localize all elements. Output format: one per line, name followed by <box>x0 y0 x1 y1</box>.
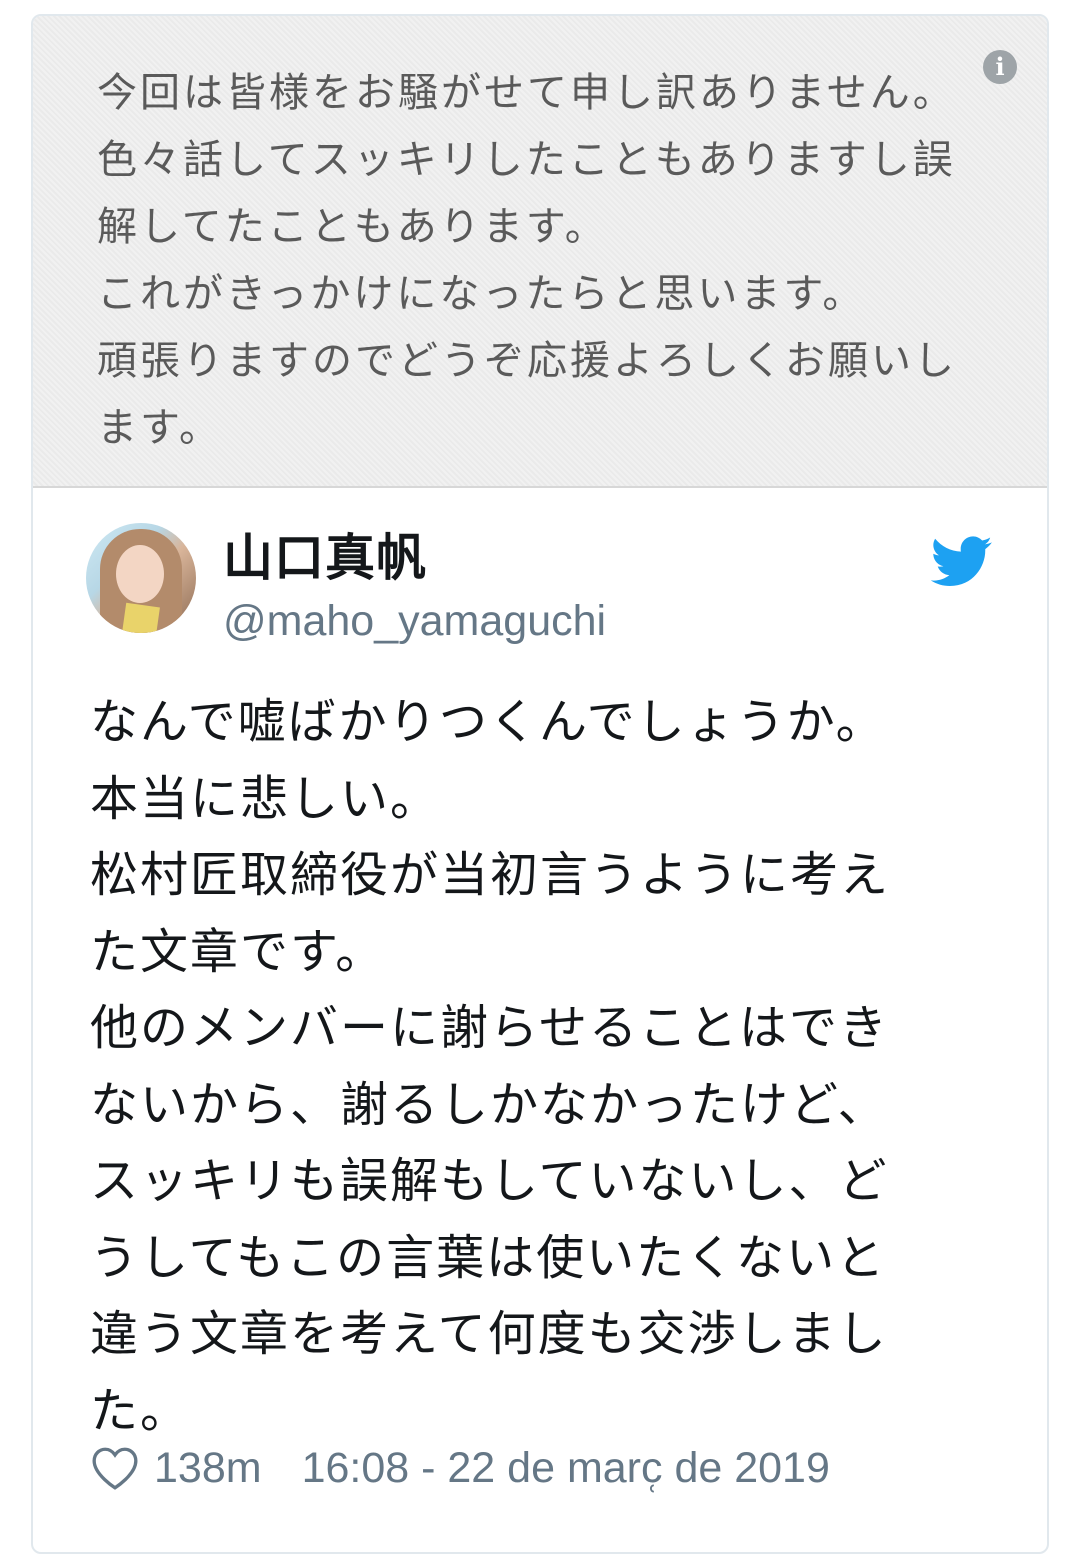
tweet-line: 違う文章を考えて何度も交渉しまし <box>90 1306 888 1362</box>
avatar[interactable] <box>86 523 196 633</box>
quoted-line: 解してたこともあります。 <box>97 204 608 250</box>
like-count[interactable]: 138m <box>154 1444 262 1493</box>
tweet-line: ないから、謝るしかなかったけど、 <box>90 1076 888 1133</box>
tweet-line: た文章です。 <box>90 923 386 980</box>
quoted-line: ます。 <box>97 405 222 451</box>
tweet-line: 松村匠取締役が当初言うように考え <box>90 847 891 903</box>
quoted-line: 今回は皆様をお騒がせて申し訳ありません。 <box>97 70 956 116</box>
quoted-text: 今回は皆様をお騒がせて申し訳ありません。 色々話してスッキリしたこともありますし… <box>97 60 987 462</box>
quoted-text-card: 今回は皆様をお騒がせて申し訳ありません。 色々話してスッキリしたこともありますし… <box>33 16 1047 488</box>
quoted-line: 頑張りますのでどうぞ応援よろしくお願いし <box>97 338 957 384</box>
tweet-line: 他のメンバーに謝らせることはでき <box>90 1000 890 1056</box>
tweet-footer: 138m 16:08 - 22 de marc̜ de 2019 <box>90 1438 830 1498</box>
tweet-line: うしてもこの言葉は使いたくないと <box>90 1229 887 1286</box>
quoted-line: これがきっかけになったらと思います。 <box>97 271 866 317</box>
avatar-face <box>116 545 164 603</box>
quoted-line: 色々話してスッキリしたこともありますし誤 <box>97 137 956 183</box>
info-icon[interactable]: i <box>983 50 1017 84</box>
tweet-timestamp[interactable]: 16:08 - 22 de marc̜ de 2019 <box>302 1444 830 1493</box>
tweet-text: なんで嘘ばかりつくんでしょうか。 本当に悲しい。 松村匠取締役が当初言うように考… <box>90 684 990 1449</box>
tweet: 山口真帆 @maho_yamaguchi なんで嘘ばかりつくんでしょうか。 本当… <box>33 488 1047 1548</box>
tweet-embed-card: 今回は皆様をお騒がせて申し訳ありません。 色々話してスッキリしたこともありますし… <box>31 14 1049 1554</box>
tweet-line: なんで嘘ばかりつくんでしょうか。 <box>90 694 886 750</box>
twitter-bird-icon[interactable] <box>931 536 993 588</box>
user-handle[interactable]: @maho_yamaguchi <box>223 596 606 646</box>
heart-icon[interactable] <box>90 1445 140 1491</box>
display-name[interactable]: 山口真帆 <box>223 528 427 588</box>
tweet-line: スッキリも誤解もしていないし、ど <box>90 1153 889 1209</box>
tweet-line: 本当に悲しい。 <box>90 770 441 827</box>
avatar-collar <box>122 602 160 633</box>
